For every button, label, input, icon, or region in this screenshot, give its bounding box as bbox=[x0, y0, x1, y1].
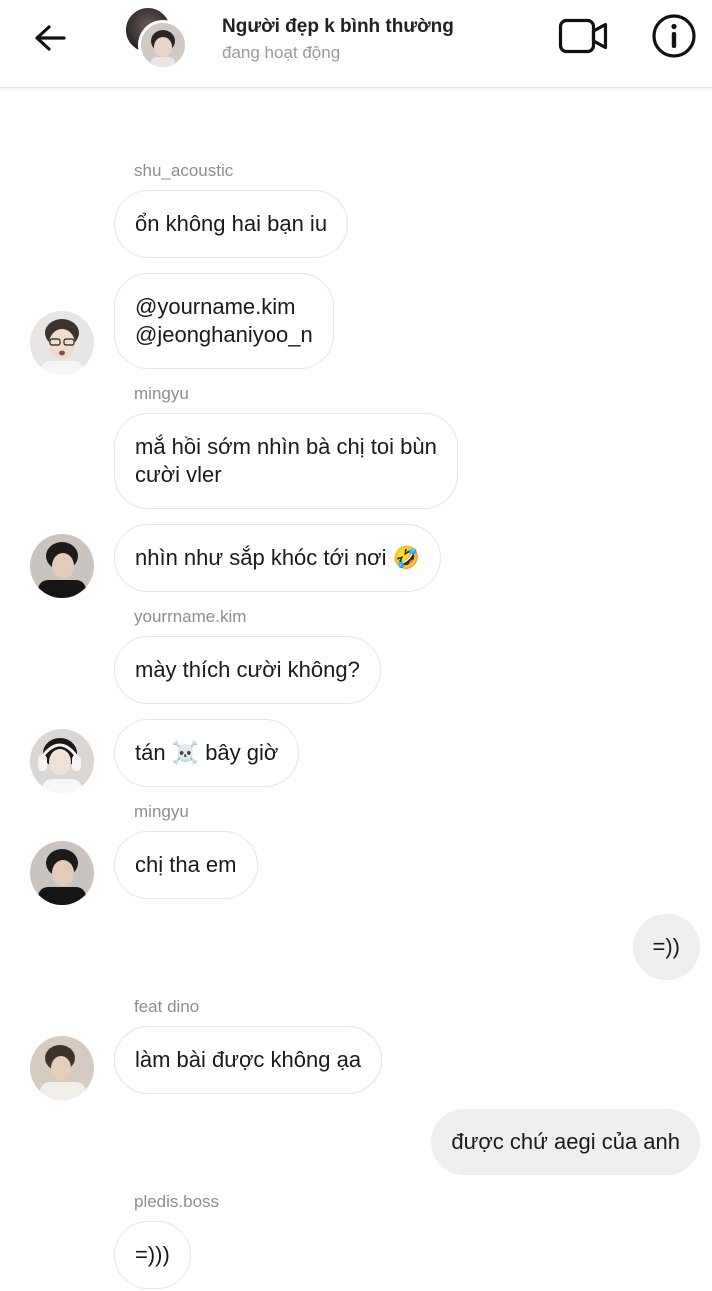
message-text: mày thích cười không? bbox=[135, 657, 360, 682]
message-text: mắ hồi sớm nhìn bà chị toi bùn bbox=[135, 434, 437, 459]
message-bubble[interactable]: mày thích cười không? bbox=[114, 636, 381, 704]
avatar[interactable] bbox=[30, 534, 94, 598]
sender-name: mingyu bbox=[134, 802, 189, 821]
message-bubble[interactable]: =))) bbox=[114, 1221, 191, 1289]
sender-name: yourrname.kim bbox=[134, 607, 247, 626]
avatar[interactable] bbox=[30, 841, 94, 905]
outgoing-message-bubble[interactable]: được chứ aegi của anh bbox=[431, 1109, 700, 1175]
sender-name: mingyu bbox=[134, 384, 189, 403]
message-text: làm bài được không ạa bbox=[135, 1047, 362, 1072]
message-text: @yourname.kim bbox=[135, 294, 296, 319]
message-text: được chứ aegi của anh bbox=[451, 1129, 680, 1154]
sender-name: pledis.boss bbox=[134, 1192, 220, 1211]
sender-name: feat dino bbox=[134, 997, 200, 1016]
avatar[interactable] bbox=[30, 729, 94, 793]
info-icon bbox=[652, 14, 696, 58]
active-status: đang hoạt động bbox=[222, 43, 341, 62]
arrow-left-icon bbox=[35, 25, 66, 51]
message-text: =))) bbox=[135, 1242, 170, 1267]
video-call-button[interactable] bbox=[558, 16, 610, 56]
group-avatar-front bbox=[138, 20, 188, 70]
message-bubble[interactable]: tán ☠️ bây giờ bbox=[114, 719, 300, 787]
message-bubble[interactable]: chị tha em bbox=[114, 831, 258, 899]
message-bubble[interactable]: làm bài được không ạa bbox=[114, 1026, 383, 1094]
message-text: cười vler bbox=[135, 462, 222, 487]
message-text: =)) bbox=[652, 934, 681, 959]
message-text: @jeonghaniyoo_n bbox=[135, 322, 313, 347]
sender-name: shu_acoustic bbox=[134, 161, 234, 180]
message-text: ổn không hai bạn iu bbox=[135, 211, 328, 236]
message-text: chị tha em bbox=[135, 852, 237, 877]
chat-header: Người đẹp k bình thường đang hoạt động bbox=[0, 0, 712, 88]
info-button[interactable] bbox=[651, 13, 697, 59]
message-bubble[interactable]: nhìn như sắp khóc tới nơi 🤣 bbox=[114, 524, 442, 592]
back-button[interactable] bbox=[28, 18, 72, 62]
message-bubble[interactable]: mắ hồi sớm nhìn bà chị toi bùn cười vler bbox=[114, 413, 458, 509]
message-text: nhìn như sắp khóc tới nơi 🤣 bbox=[135, 545, 421, 570]
outgoing-message-bubble[interactable]: =)) bbox=[632, 914, 700, 980]
message-text: tán ☠️ bây giờ bbox=[135, 740, 279, 765]
avatar[interactable] bbox=[30, 1036, 94, 1100]
group-avatar[interactable] bbox=[124, 6, 194, 72]
video-camera-icon bbox=[558, 18, 608, 54]
message-bubble[interactable]: ổn không hai bạn iu bbox=[114, 190, 349, 258]
chat-title[interactable]: Người đẹp k bình thường bbox=[222, 16, 454, 38]
message-bubble[interactable]: @yourname.kim @jeonghaniyoo_n bbox=[114, 273, 334, 369]
avatar[interactable] bbox=[30, 311, 94, 375]
